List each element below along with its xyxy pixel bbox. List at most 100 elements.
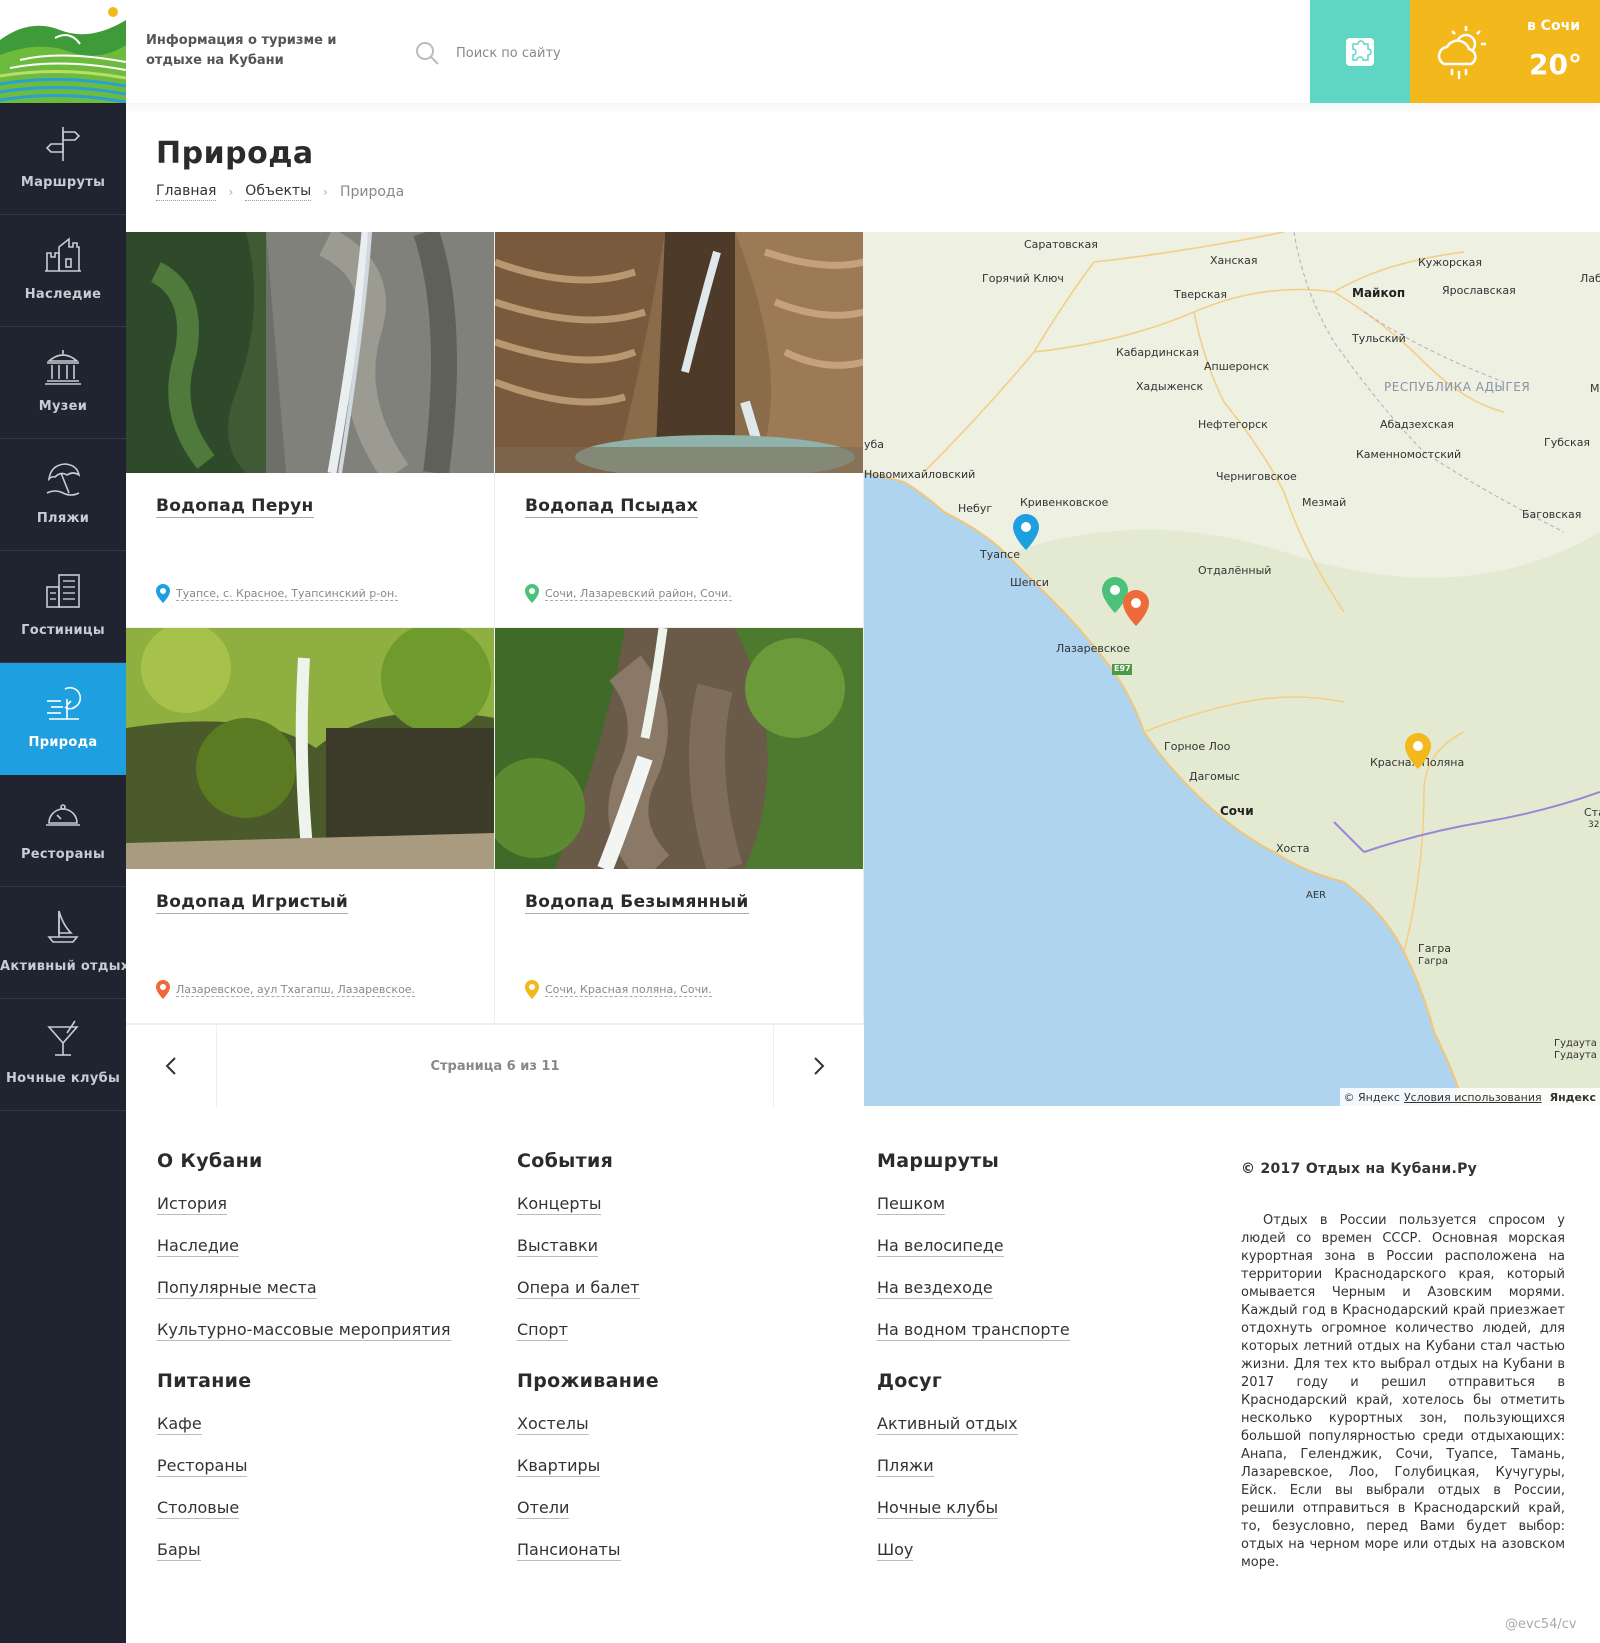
- sidebar-item-nightclubs[interactable]: Ночные клубы: [0, 999, 126, 1111]
- card-location-text[interactable]: Туапсе, с. Красное, Туапсинский р-он.: [176, 587, 398, 601]
- footer-link[interactable]: Кафе: [157, 1414, 497, 1436]
- footer-link[interactable]: Активный отдых: [877, 1414, 1217, 1436]
- footer-link-text[interactable]: Шоу: [877, 1540, 914, 1561]
- sidebar-item-beaches[interactable]: Пляжи: [0, 439, 126, 551]
- card-location[interactable]: Туапсе, с. Красное, Туапсинский р-он.: [156, 584, 398, 603]
- object-card[interactable]: Водопад Псыдах Сочи, Лазаревский район, …: [495, 232, 864, 628]
- footer-link[interactable]: История: [157, 1194, 497, 1216]
- footer-link[interactable]: Концерты: [517, 1194, 857, 1216]
- waterfall-photo[interactable]: [495, 628, 864, 869]
- waterfall-photo[interactable]: [126, 628, 495, 869]
- footer-link[interactable]: Квартиры: [517, 1456, 857, 1478]
- card-title[interactable]: Водопад Перун: [156, 496, 314, 518]
- sidebar-item-restaurants[interactable]: Рестораны: [0, 775, 126, 887]
- footer-link-text[interactable]: Популярные места: [157, 1278, 317, 1299]
- footer-link-text[interactable]: Активный отдых: [877, 1414, 1018, 1435]
- object-card[interactable]: Водопад Игристый Лазаревское, аул Тхагап…: [126, 628, 495, 1024]
- site-logo[interactable]: [0, 0, 126, 103]
- footer-link-text[interactable]: История: [157, 1194, 228, 1215]
- footer-link[interactable]: Рестораны: [157, 1456, 497, 1478]
- sidebar-item-active-rest[interactable]: Активный отдых: [0, 887, 129, 999]
- cloche-icon: [46, 804, 80, 826]
- waterfall-photo[interactable]: [495, 232, 864, 473]
- footer-link[interactable]: Выставки: [517, 1236, 857, 1258]
- sidebar-item-hotels[interactable]: Гостиницы: [0, 551, 126, 663]
- waterfall-photo[interactable]: [126, 232, 495, 473]
- footer-link-text[interactable]: Концерты: [517, 1194, 602, 1215]
- footer-link-text[interactable]: Столовые: [157, 1498, 240, 1519]
- footer-link[interactable]: Популярные места: [157, 1278, 497, 1300]
- footer-link[interactable]: Опера и балет: [517, 1278, 857, 1300]
- prev-page-button[interactable]: [126, 1025, 217, 1107]
- card-title[interactable]: Водопад Псыдах: [525, 496, 698, 518]
- footer-link[interactable]: Культурно-массовые мероприятия: [157, 1320, 497, 1342]
- weather-widget[interactable]: в Сочи 20°: [1410, 0, 1600, 103]
- card-location[interactable]: Лазаревское, аул Тхагапш, Лазаревское.: [156, 980, 416, 999]
- footer-link-text[interactable]: На велосипеде: [877, 1236, 1004, 1257]
- footer-link[interactable]: Шоу: [877, 1540, 1217, 1562]
- weather-temperature: 20°: [1529, 48, 1582, 81]
- footer-about-text: Отдых в России пользуется спросом у люде…: [1241, 1213, 1565, 1570]
- sidebar-item-museums[interactable]: Музеи: [0, 327, 126, 439]
- search-box[interactable]: [414, 38, 714, 68]
- search-input[interactable]: [456, 45, 696, 61]
- card-title[interactable]: Водопад Безымянный: [525, 892, 749, 914]
- footer-link-text[interactable]: Рестораны: [157, 1456, 248, 1477]
- footer-link-text[interactable]: Кафе: [157, 1414, 202, 1435]
- map-brand-logo[interactable]: Яндекс: [1550, 1091, 1596, 1104]
- card-location[interactable]: Сочи, Лазаревский район, Сочи.: [525, 584, 732, 603]
- map-terms-link[interactable]: Условия использования: [1404, 1091, 1542, 1104]
- footer-link-text[interactable]: Пансионаты: [517, 1540, 621, 1561]
- breadcrumb-objects[interactable]: Объекты: [245, 183, 312, 201]
- card-location-text[interactable]: Сочи, Красная поляна, Сочи.: [545, 983, 712, 997]
- footer-link-text[interactable]: На вездеходе: [877, 1278, 993, 1299]
- footer-link-text[interactable]: Пляжи: [877, 1456, 934, 1477]
- footer-link[interactable]: На вездеходе: [877, 1278, 1217, 1300]
- map-marker-orange[interactable]: [1123, 590, 1149, 626]
- breadcrumb-home[interactable]: Главная: [156, 183, 217, 201]
- footer-link[interactable]: Пешком: [877, 1194, 1217, 1216]
- card-title[interactable]: Водопад Игристый: [156, 892, 349, 914]
- footer-link[interactable]: На водном транспорте: [877, 1320, 1217, 1342]
- footer-link[interactable]: Ночные клубы: [877, 1498, 1217, 1520]
- map-marker-yellow[interactable]: [1405, 733, 1431, 769]
- footer-column: О Кубани История Наследие Популярные мес…: [157, 1150, 497, 1582]
- object-card[interactable]: Водопад Безымянный Сочи, Красная поляна,…: [495, 628, 864, 1024]
- footer-link-text[interactable]: Опера и балет: [517, 1278, 640, 1299]
- footer-link-text[interactable]: Спорт: [517, 1320, 568, 1341]
- sidebar-item-routes[interactable]: Маршруты: [0, 103, 126, 215]
- card-location-text[interactable]: Лазаревское, аул Тхагапш, Лазаревское.: [176, 983, 416, 997]
- yandex-map[interactable]: Саратовская Горячий Ключ Ханская Кужорск…: [864, 232, 1600, 1106]
- nature-icon: [47, 686, 82, 720]
- footer-link[interactable]: Столовые: [157, 1498, 497, 1520]
- footer-link[interactable]: Отели: [517, 1498, 857, 1520]
- footer-link-text[interactable]: Ночные клубы: [877, 1498, 999, 1519]
- sidebar-item-heritage[interactable]: Наследие: [0, 215, 126, 327]
- footer-link-text[interactable]: Пешком: [877, 1194, 946, 1215]
- map-place-label: Новомихайловский: [864, 468, 976, 481]
- footer-link-text[interactable]: Отели: [517, 1498, 570, 1519]
- next-page-button[interactable]: [773, 1025, 864, 1107]
- footer-link[interactable]: Спорт: [517, 1320, 857, 1342]
- map-place-label: Ярославская: [1442, 284, 1516, 297]
- page-title: Природа: [156, 136, 314, 171]
- footer-link[interactable]: Пансионаты: [517, 1540, 857, 1562]
- footer-link-text[interactable]: Культурно-массовые мероприятия: [157, 1320, 451, 1341]
- object-card[interactable]: Водопад Перун Туапсе, с. Красное, Туапси…: [126, 232, 495, 628]
- map-marker-blue[interactable]: [1013, 514, 1039, 550]
- card-location-text[interactable]: Сочи, Лазаревский район, Сочи.: [545, 587, 732, 601]
- footer-link[interactable]: На велосипеде: [877, 1236, 1217, 1258]
- footer-link[interactable]: Пляжи: [877, 1456, 1217, 1478]
- footer-link-text[interactable]: На водном транспорте: [877, 1320, 1070, 1341]
- sidebar-item-nature[interactable]: Природа: [0, 663, 126, 775]
- footer-link[interactable]: Наследие: [157, 1236, 497, 1258]
- footer-link-text[interactable]: Наследие: [157, 1236, 240, 1257]
- footer-link-text[interactable]: Бары: [157, 1540, 201, 1561]
- puzzle-button[interactable]: [1310, 0, 1410, 103]
- footer-link-text[interactable]: Выставки: [517, 1236, 599, 1257]
- footer-link[interactable]: Бары: [157, 1540, 497, 1562]
- footer-link-text[interactable]: Хостелы: [517, 1414, 589, 1435]
- footer-link[interactable]: Хостелы: [517, 1414, 857, 1436]
- footer-link-text[interactable]: Квартиры: [517, 1456, 601, 1477]
- card-location[interactable]: Сочи, Красная поляна, Сочи.: [525, 980, 712, 999]
